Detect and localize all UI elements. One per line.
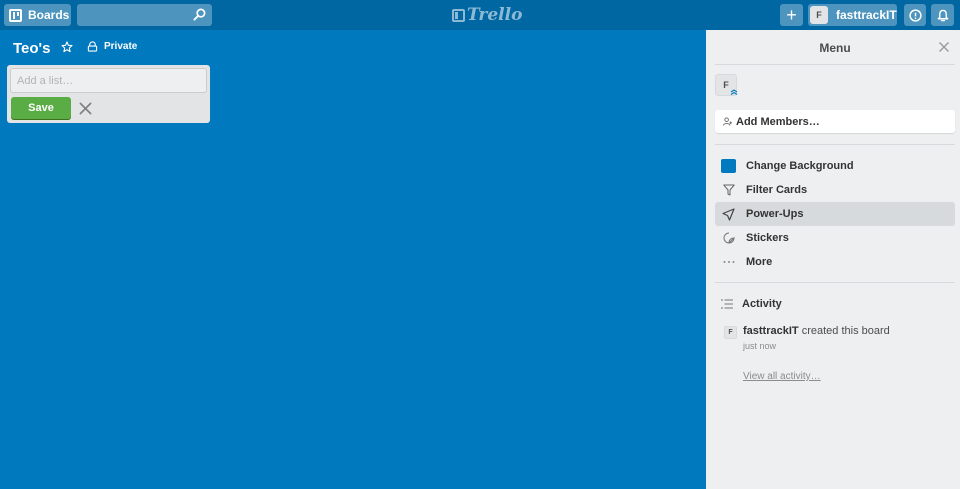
save-button[interactable]: Save (11, 97, 71, 119)
plus-icon: + (786, 4, 797, 25)
lock-icon (87, 41, 98, 52)
star-icon[interactable] (61, 41, 73, 53)
divider (715, 64, 955, 65)
activity-heading: Activity (721, 298, 782, 310)
menu-item-filter-cards[interactable]: Filter Cards (715, 178, 955, 202)
divider (715, 144, 955, 145)
board-menu-sidebar: Menu F Add Members… Change Background Fi… (706, 30, 960, 489)
boards-icon (9, 8, 22, 22)
info-icon (908, 8, 922, 22)
activity-user[interactable]: fasttrackIT (743, 325, 799, 337)
menu-item-change-background[interactable]: Change Background (715, 154, 955, 178)
info-button[interactable] (904, 4, 926, 26)
power-ups-icon (721, 207, 736, 222)
close-icon[interactable] (79, 102, 92, 115)
sticker-icon (721, 231, 736, 246)
add-list-composer: Save (7, 65, 210, 123)
bell-icon (937, 9, 948, 21)
menu-item-label: Power-Ups (746, 208, 804, 220)
filter-icon (721, 183, 736, 198)
list-name-input[interactable] (10, 68, 207, 93)
search-box[interactable] (77, 4, 212, 26)
menu-item-label: Stickers (746, 232, 789, 244)
menu-item-power-ups[interactable]: Power-Ups (715, 202, 955, 226)
view-all-activity-link[interactable]: View all activity… (743, 371, 821, 382)
add-person-icon (723, 117, 732, 126)
add-button[interactable]: + (780, 4, 803, 26)
notifications-button[interactable] (931, 4, 954, 26)
avatar: F (810, 6, 828, 24)
visibility-label: Private (104, 41, 138, 52)
menu-item-label: More (746, 256, 773, 268)
logo-text: Trello (467, 5, 523, 25)
close-icon[interactable] (939, 42, 949, 52)
activity-icon (721, 299, 733, 309)
menu-title: Menu (819, 41, 851, 55)
admin-chevrons-icon (730, 89, 738, 95)
trello-logo-icon (452, 8, 465, 22)
activity-action: created this board (801, 325, 890, 337)
search-icon[interactable] (193, 8, 206, 21)
board-title[interactable]: Teo's (13, 40, 50, 57)
user-menu-button[interactable]: F fasttrackIT (808, 4, 897, 26)
boards-button[interactable]: Boards (4, 4, 71, 26)
more-icon (721, 255, 736, 270)
menu-item-more[interactable]: More (715, 250, 955, 274)
username: fasttrackIT (836, 8, 897, 22)
search-input[interactable] (77, 4, 187, 26)
trello-logo[interactable]: Trello (452, 5, 522, 25)
add-members-button[interactable]: Add Members… (715, 110, 955, 133)
menu-item-label: Filter Cards (746, 184, 808, 196)
add-members-label: Add Members… (736, 115, 820, 128)
top-header: Boards Trello + F fasttrackIT (0, 0, 960, 30)
swatch-icon (721, 159, 736, 174)
visibility-button[interactable]: Private (87, 41, 137, 52)
boards-label: Boards (28, 8, 70, 22)
activity-timestamp[interactable]: just now (743, 341, 776, 351)
activity-avatar[interactable]: F (724, 326, 737, 339)
activity-title: Activity (742, 298, 782, 310)
menu-item-label: Change Background (746, 160, 854, 172)
activity-entry: fasttrackIT created this board (743, 325, 890, 337)
divider (715, 282, 955, 283)
menu-item-stickers[interactable]: Stickers (715, 226, 955, 250)
